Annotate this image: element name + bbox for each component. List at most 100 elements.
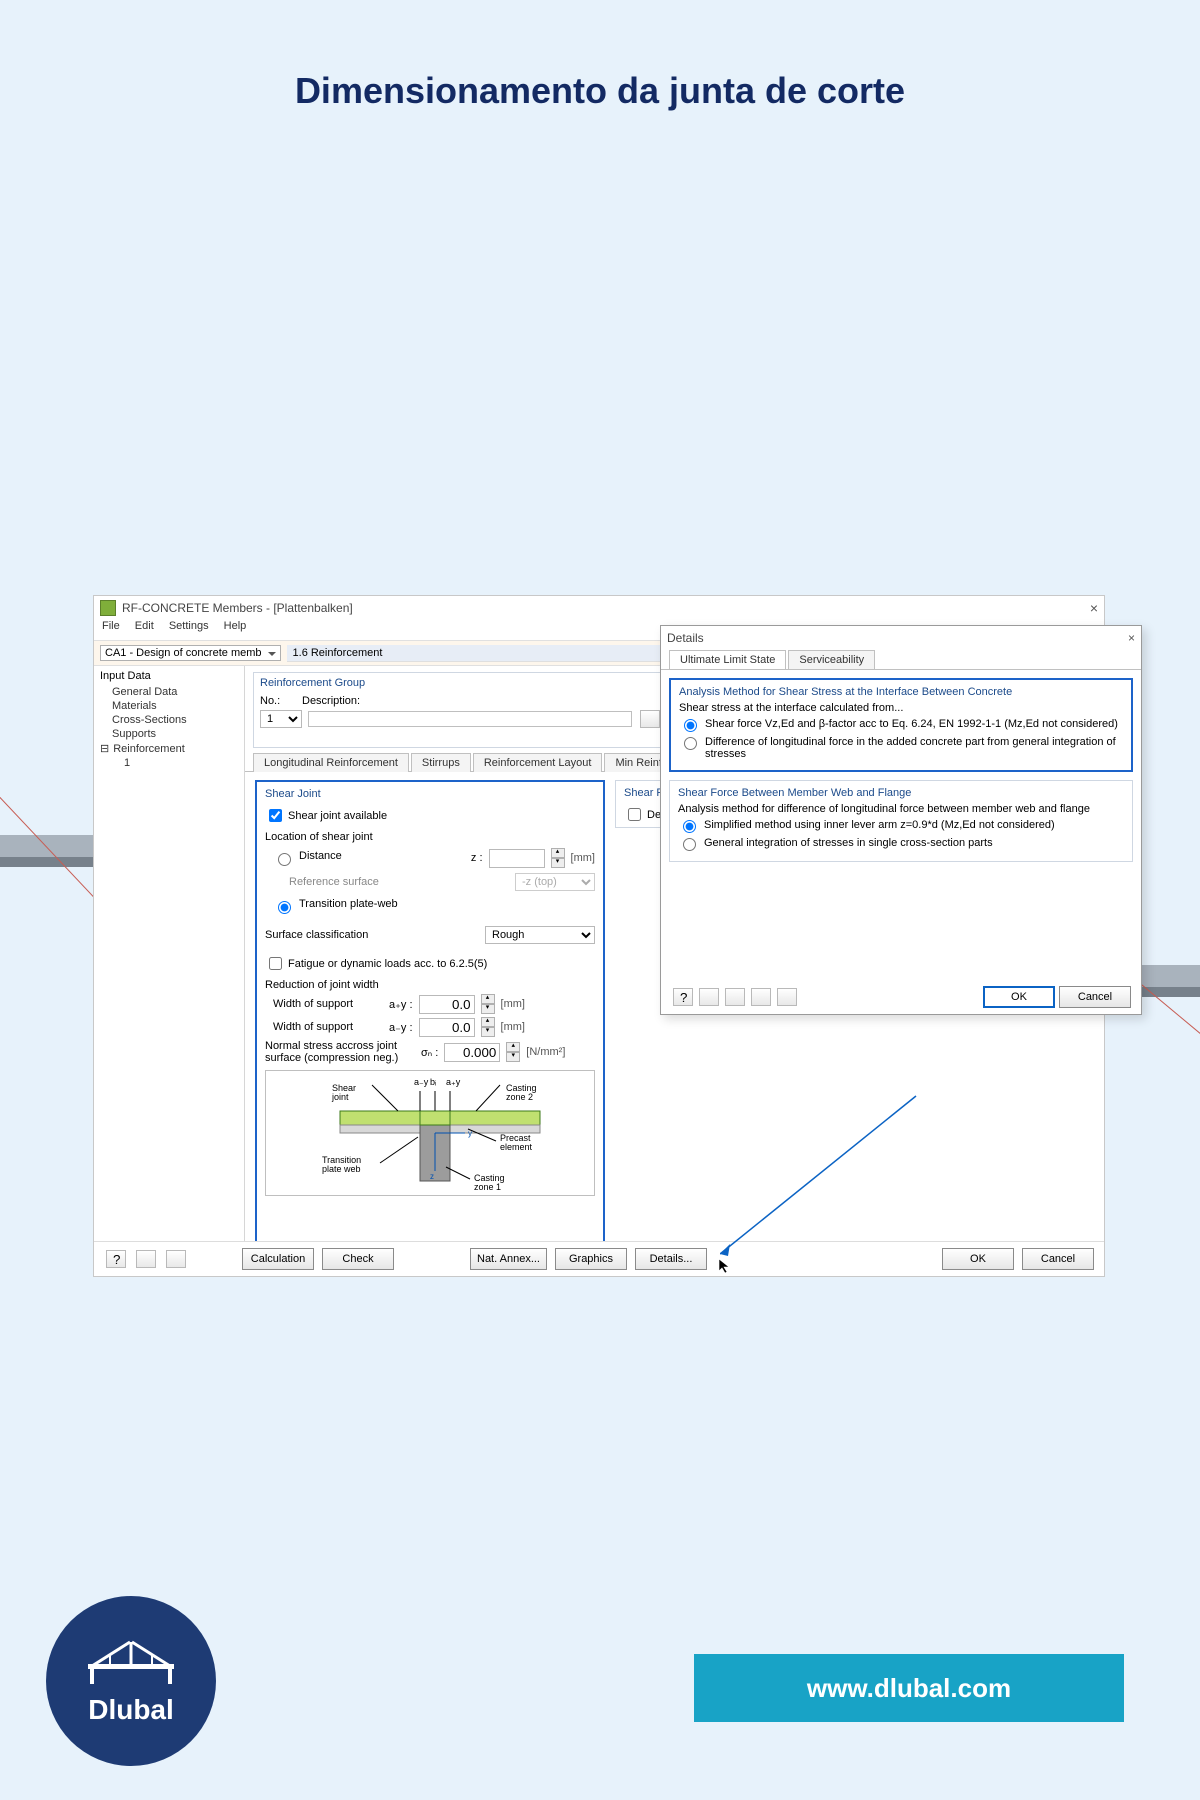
app-footer: ? Calculation Check Nat. Annex... Graphi… xyxy=(94,1241,1104,1276)
bridge-icon xyxy=(86,1636,176,1688)
tree-header: Input Data xyxy=(100,670,238,682)
details-reset-icon[interactable] xyxy=(725,988,745,1006)
details-tabs: Ultimate Limit State Serviceability xyxy=(661,650,1141,670)
wos1-sym: a₊y : xyxy=(389,998,413,1011)
svg-text:element: element xyxy=(500,1142,533,1152)
help-icon[interactable]: ? xyxy=(106,1250,126,1268)
reduction-label: Reduction of joint width xyxy=(265,979,595,991)
details-footer: ? OK Cancel xyxy=(661,980,1141,1014)
tab-layout[interactable]: Reinforcement Layout xyxy=(473,753,603,772)
wos2-sym: a₋y : xyxy=(389,1021,413,1034)
wos2-spinner[interactable]: ▴▾ xyxy=(481,1017,495,1037)
brand-logo: Dlubal xyxy=(46,1596,216,1766)
normal-label-2: surface (compression neg.) xyxy=(265,1052,415,1064)
location-label: Location of shear joint xyxy=(265,831,595,843)
wos1-spinner[interactable]: ▴▾ xyxy=(481,994,495,1014)
tab-stirrups[interactable]: Stirrups xyxy=(411,753,471,772)
ref-surface-combo: -z (top) xyxy=(515,873,595,891)
menu-settings[interactable]: Settings xyxy=(169,620,209,632)
details-cancel-button[interactable]: Cancel xyxy=(1059,986,1131,1008)
ref-surface-label: Reference surface xyxy=(289,876,379,888)
tab-longitudinal[interactable]: Longitudinal Reinforcement xyxy=(253,753,409,772)
sec1-title: Analysis Method for Shear Stress at the … xyxy=(679,686,1123,698)
nat-annex-button[interactable]: Nat. Annex... xyxy=(470,1248,547,1270)
cancel-button[interactable]: Cancel xyxy=(1022,1248,1094,1270)
sec1-opt1[interactable]: Shear force Vz,Ed and β-factor acc to Eq… xyxy=(679,718,1123,732)
shear-joint-fieldset: Shear Joint Shear joint available Locati… xyxy=(255,780,605,1248)
units-icon[interactable] xyxy=(136,1250,156,1268)
opt-transition[interactable]: Transition plate-web xyxy=(273,898,398,914)
surface-class-label: Surface classification xyxy=(265,929,368,941)
details-titlebar: Details × xyxy=(661,626,1141,650)
wos2-input[interactable] xyxy=(419,1018,475,1037)
details-panel-1: Analysis Method for Shear Stress at the … xyxy=(669,678,1133,772)
sec1-lead: Shear stress at the interface calculated… xyxy=(679,702,1123,714)
details-load-icon[interactable] xyxy=(751,988,771,1006)
sec2-lead: Analysis method for difference of longit… xyxy=(678,803,1124,815)
svg-text:y: y xyxy=(468,1129,472,1138)
opt-distance[interactable]: Distance xyxy=(273,850,342,866)
new-group-button[interactable] xyxy=(640,710,660,728)
shear-joint-available-check[interactable]: Shear joint available xyxy=(265,806,595,825)
surface-class-combo[interactable]: Rough xyxy=(485,926,595,944)
fatigue-check[interactable]: Fatigue or dynamic loads acc. to 6.2.5(5… xyxy=(265,954,595,973)
wos1-label: Width of support xyxy=(273,998,383,1010)
brand-url: www.dlubal.com xyxy=(694,1654,1124,1722)
sigma-spinner[interactable]: ▴▾ xyxy=(506,1042,520,1062)
menu-help[interactable]: Help xyxy=(224,620,247,632)
wos1-input[interactable] xyxy=(419,995,475,1014)
tree-item-supports[interactable]: Supports xyxy=(100,727,238,741)
description-input[interactable] xyxy=(308,711,632,727)
desc-label: Description: xyxy=(302,695,360,707)
z-spinner: ▴▾ xyxy=(551,848,565,868)
dtab-uls[interactable]: Ultimate Limit State xyxy=(669,650,786,669)
sec1-opt2[interactable]: Difference of longitudinal force in the … xyxy=(679,736,1123,760)
tree-item-general[interactable]: General Data xyxy=(100,685,238,699)
z-label: z : xyxy=(471,852,483,864)
details-save-icon[interactable] xyxy=(777,988,797,1006)
wos2-unit: [mm] xyxy=(501,1021,525,1033)
normal-label-1: Normal stress accross joint xyxy=(265,1040,415,1052)
sec2-opt2[interactable]: General integration of stresses in singl… xyxy=(678,837,1124,851)
wos1-unit: [mm] xyxy=(501,998,525,1010)
tree-item-reinforcement[interactable]: ⊟Reinforcement xyxy=(100,741,238,756)
tree-item-materials[interactable]: Materials xyxy=(100,699,238,713)
dtab-sls[interactable]: Serviceability xyxy=(788,650,875,669)
z-unit: [mm] xyxy=(571,852,595,864)
sec2-title: Shear Force Between Member Web and Flang… xyxy=(678,787,1124,799)
window-titlebar: RF-CONCRETE Members - [Plattenbalken] × xyxy=(94,596,1104,620)
wos2-label: Width of support xyxy=(273,1021,383,1033)
calculation-button[interactable]: Calculation xyxy=(242,1248,314,1270)
case-combo[interactable]: CA1 - Design of concrete memb xyxy=(100,645,281,661)
details-help-icon[interactable]: ? xyxy=(673,988,693,1006)
menu-edit[interactable]: Edit xyxy=(135,620,154,632)
app-icon xyxy=(100,600,116,616)
details-ok-button[interactable]: OK xyxy=(983,986,1055,1008)
details-button[interactable]: Details... xyxy=(635,1248,707,1270)
sigma-input[interactable] xyxy=(444,1043,500,1062)
cursor-icon xyxy=(718,1258,734,1274)
svg-text:a₊y: a₊y xyxy=(446,1077,461,1087)
details-title: Details xyxy=(667,631,704,645)
svg-text:joint: joint xyxy=(331,1092,349,1102)
graphics-button[interactable]: Graphics xyxy=(555,1248,627,1270)
svg-text:plate web: plate web xyxy=(322,1164,361,1174)
shear-joint-diagram: Shear joint Casting zone 2 a₋y bᵢ a₊y Tr… xyxy=(265,1070,595,1196)
details-close-icon[interactable]: × xyxy=(1128,631,1135,645)
page-title: Dimensionamento da junta de corte xyxy=(0,0,1200,112)
ok-button[interactable]: OK xyxy=(942,1248,1014,1270)
sigma-unit: [N/mm²] xyxy=(526,1046,565,1058)
check-button[interactable]: Check xyxy=(322,1248,394,1270)
menu-file[interactable]: File xyxy=(102,620,120,632)
z-input xyxy=(489,849,545,868)
sec2-opt1[interactable]: Simplified method using inner lever arm … xyxy=(678,819,1124,833)
details-units-icon[interactable] xyxy=(699,988,719,1006)
export-icon[interactable] xyxy=(166,1250,186,1268)
details-dialog: Details × Ultimate Limit State Serviceab… xyxy=(660,625,1142,1015)
no-combo[interactable]: 1 xyxy=(260,710,302,728)
close-icon[interactable]: × xyxy=(1090,600,1098,616)
tree-item-cross-sections[interactable]: Cross-Sections xyxy=(100,713,238,727)
svg-text:bᵢ: bᵢ xyxy=(430,1077,436,1087)
tree-subitem-1[interactable]: 1 xyxy=(100,756,238,770)
svg-text:zone 2: zone 2 xyxy=(506,1092,533,1102)
